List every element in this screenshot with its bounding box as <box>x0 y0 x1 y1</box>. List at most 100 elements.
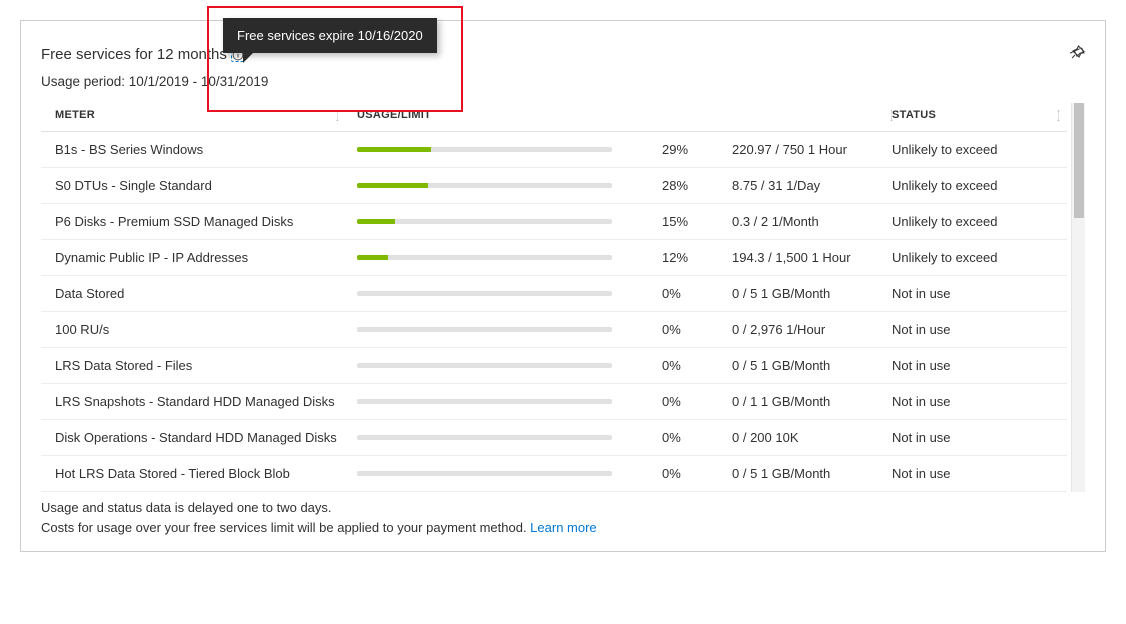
cell-pct: 0% <box>656 312 726 348</box>
col-header-pct <box>656 103 726 132</box>
cell-bar <box>351 456 656 492</box>
usage-table: METER ↑↓ USAGE/LIMIT ↑↓ STATUS ↑↓ <box>41 103 1067 492</box>
cell-limit: 0 / 5 1 GB/Month <box>726 456 886 492</box>
cell-pct: 28% <box>656 168 726 204</box>
bar-fill <box>357 219 395 224</box>
bar-track <box>357 399 612 404</box>
footer-line1: Usage and status data is delayed one to … <box>41 498 1085 518</box>
cell-pct: 0% <box>656 384 726 420</box>
bar-fill <box>357 147 431 152</box>
table-inner: METER ↑↓ USAGE/LIMIT ↑↓ STATUS ↑↓ <box>41 103 1067 492</box>
free-services-card: Free services expire 10/16/2020 Free ser… <box>20 20 1106 552</box>
cell-status: Not in use <box>886 456 1067 492</box>
cell-limit: 0 / 5 1 GB/Month <box>726 348 886 384</box>
info-tooltip: Free services expire 10/16/2020 <box>223 18 437 53</box>
cell-pct: 15% <box>656 204 726 240</box>
bar-fill <box>357 183 428 188</box>
cell-status: Unlikely to exceed <box>886 132 1067 168</box>
cell-meter: Data Stored <box>41 276 351 312</box>
table-row: Hot LRS Data Stored - Tiered Block Blob 0… <box>41 456 1067 492</box>
usage-period: Usage period: 10/1/2019 - 10/31/2019 <box>41 74 1085 89</box>
cell-meter: LRS Data Stored - Files <box>41 348 351 384</box>
cell-pct: 12% <box>656 240 726 276</box>
bar-track <box>357 363 612 368</box>
cell-bar <box>351 240 656 276</box>
learn-more-link[interactable]: Learn more <box>530 520 596 535</box>
bar-track <box>357 255 612 260</box>
table-row: Dynamic Public IP - IP Addresses 12%194.3… <box>41 240 1067 276</box>
table-row: LRS Snapshots - Standard HDD Managed Dis… <box>41 384 1067 420</box>
cell-limit: 0.3 / 2 1/Month <box>726 204 886 240</box>
cell-status: Not in use <box>886 420 1067 456</box>
scrollbar[interactable] <box>1071 103 1085 492</box>
cell-limit: 0 / 5 1 GB/Month <box>726 276 886 312</box>
table-row: Disk Operations - Standard HDD Managed D… <box>41 420 1067 456</box>
title-wrap: Free services for 12 months <box>41 46 245 63</box>
cell-meter: B1s - BS Series Windows <box>41 132 351 168</box>
pin-icon[interactable] <box>1069 45 1085 64</box>
cell-bar <box>351 132 656 168</box>
cell-meter: S0 DTUs - Single Standard <box>41 168 351 204</box>
cell-limit: 8.75 / 31 1/Day <box>726 168 886 204</box>
cell-status: Unlikely to exceed <box>886 168 1067 204</box>
card-title: Free services for 12 months <box>41 46 227 63</box>
col-header-meter-label: METER <box>55 109 95 121</box>
cell-status: Not in use <box>886 312 1067 348</box>
cell-limit: 0 / 1 1 GB/Month <box>726 384 886 420</box>
bar-track <box>357 291 612 296</box>
bar-track <box>357 471 612 476</box>
card-header: Free services for 12 months <box>41 45 1085 64</box>
cell-meter: LRS Snapshots - Standard HDD Managed Dis… <box>41 384 351 420</box>
cell-limit: 220.97 / 750 1 Hour <box>726 132 886 168</box>
table-row: S0 DTUs - Single Standard 28%8.75 / 31 1/… <box>41 168 1067 204</box>
cell-limit: 0 / 2,976 1/Hour <box>726 312 886 348</box>
col-header-status[interactable]: STATUS ↑↓ <box>886 103 1067 132</box>
cell-meter: Hot LRS Data Stored - Tiered Block Blob <box>41 456 351 492</box>
cell-bar <box>351 384 656 420</box>
bar-track <box>357 327 612 332</box>
table-row: Data Stored 0%0 / 5 1 GB/MonthNot in use <box>41 276 1067 312</box>
cell-meter: Disk Operations - Standard HDD Managed D… <box>41 420 351 456</box>
col-header-limit <box>726 103 886 132</box>
cell-status: Not in use <box>886 384 1067 420</box>
bar-track <box>357 435 612 440</box>
bar-track <box>357 183 612 188</box>
col-header-usage-label: USAGE/LIMIT <box>357 109 431 121</box>
cell-bar <box>351 348 656 384</box>
cell-meter: Dynamic Public IP - IP Addresses <box>41 240 351 276</box>
sort-icon: ↑↓ <box>335 109 340 121</box>
bar-track <box>357 219 612 224</box>
cell-status: Unlikely to exceed <box>886 240 1067 276</box>
cell-status: Not in use <box>886 276 1067 312</box>
bar-track <box>357 147 612 152</box>
cell-bar <box>351 420 656 456</box>
table-wrap: METER ↑↓ USAGE/LIMIT ↑↓ STATUS ↑↓ <box>41 103 1085 492</box>
footer-line2: Costs for usage over your free services … <box>41 518 1085 538</box>
cell-pct: 29% <box>656 132 726 168</box>
table-row: P6 Disks - Premium SSD Managed Disks 15%0… <box>41 204 1067 240</box>
col-header-usage[interactable]: USAGE/LIMIT ↑↓ <box>351 103 656 132</box>
cell-pct: 0% <box>656 420 726 456</box>
cell-limit: 194.3 / 1,500 1 Hour <box>726 240 886 276</box>
cell-status: Not in use <box>886 348 1067 384</box>
cell-bar <box>351 204 656 240</box>
cell-pct: 0% <box>656 348 726 384</box>
cell-status: Unlikely to exceed <box>886 204 1067 240</box>
col-header-meter[interactable]: METER ↑↓ <box>41 103 351 132</box>
col-header-status-label: STATUS <box>892 109 936 121</box>
sort-icon: ↑↓ <box>1056 109 1061 121</box>
cell-bar <box>351 168 656 204</box>
cell-pct: 0% <box>656 276 726 312</box>
cell-pct: 0% <box>656 456 726 492</box>
cell-meter: P6 Disks - Premium SSD Managed Disks <box>41 204 351 240</box>
bar-fill <box>357 255 388 260</box>
scroll-thumb[interactable] <box>1074 103 1084 218</box>
footer-line2-text: Costs for usage over your free services … <box>41 520 530 535</box>
table-row: LRS Data Stored - Files 0%0 / 5 1 GB/Mont… <box>41 348 1067 384</box>
table-row: B1s - BS Series Windows 29%220.97 / 750 1… <box>41 132 1067 168</box>
cell-meter: 100 RU/s <box>41 312 351 348</box>
cell-limit: 0 / 200 10K <box>726 420 886 456</box>
table-row: 100 RU/s 0%0 / 2,976 1/HourNot in use <box>41 312 1067 348</box>
footer-note: Usage and status data is delayed one to … <box>41 498 1085 537</box>
cell-bar <box>351 276 656 312</box>
